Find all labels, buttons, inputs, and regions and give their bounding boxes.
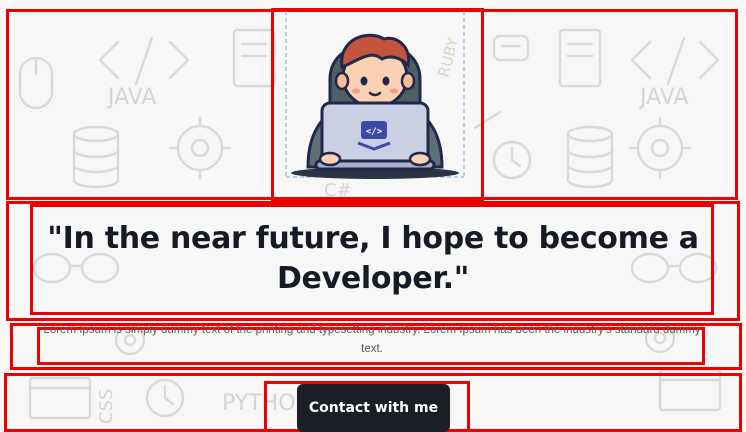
mouse-icon: [18, 56, 54, 110]
monitor-icon-right: [558, 28, 602, 88]
gear-icon: [168, 116, 232, 180]
svg-text:</>: </>: [366, 127, 383, 137]
browser-window-icon-right: [658, 368, 722, 412]
chat-icon: [492, 34, 530, 62]
code-brackets-icon: [98, 36, 190, 86]
contact-button[interactable]: Contact with me: [297, 384, 450, 432]
hero-description: Lorem Ipsum is simply dummy text of the …: [43, 324, 701, 355]
code-brackets-icon-right: [630, 36, 720, 86]
database-icon-right: [566, 125, 614, 189]
gear-icon-right: [628, 116, 692, 180]
developer-illustration: </>: [285, 11, 465, 179]
bg-word-java: JAVA: [106, 85, 156, 110]
bg-word-css: CSS: [96, 389, 117, 424]
clock-icon-bottom: [145, 378, 185, 418]
monitor-icon: [232, 28, 276, 88]
browser-window-icon: [28, 376, 92, 420]
database-icon: [72, 125, 120, 189]
bg-word-java-right: JAVA: [638, 85, 688, 110]
hero-headline: "In the near future, I hope to become a …: [47, 221, 699, 296]
clock-icon: [492, 140, 532, 180]
